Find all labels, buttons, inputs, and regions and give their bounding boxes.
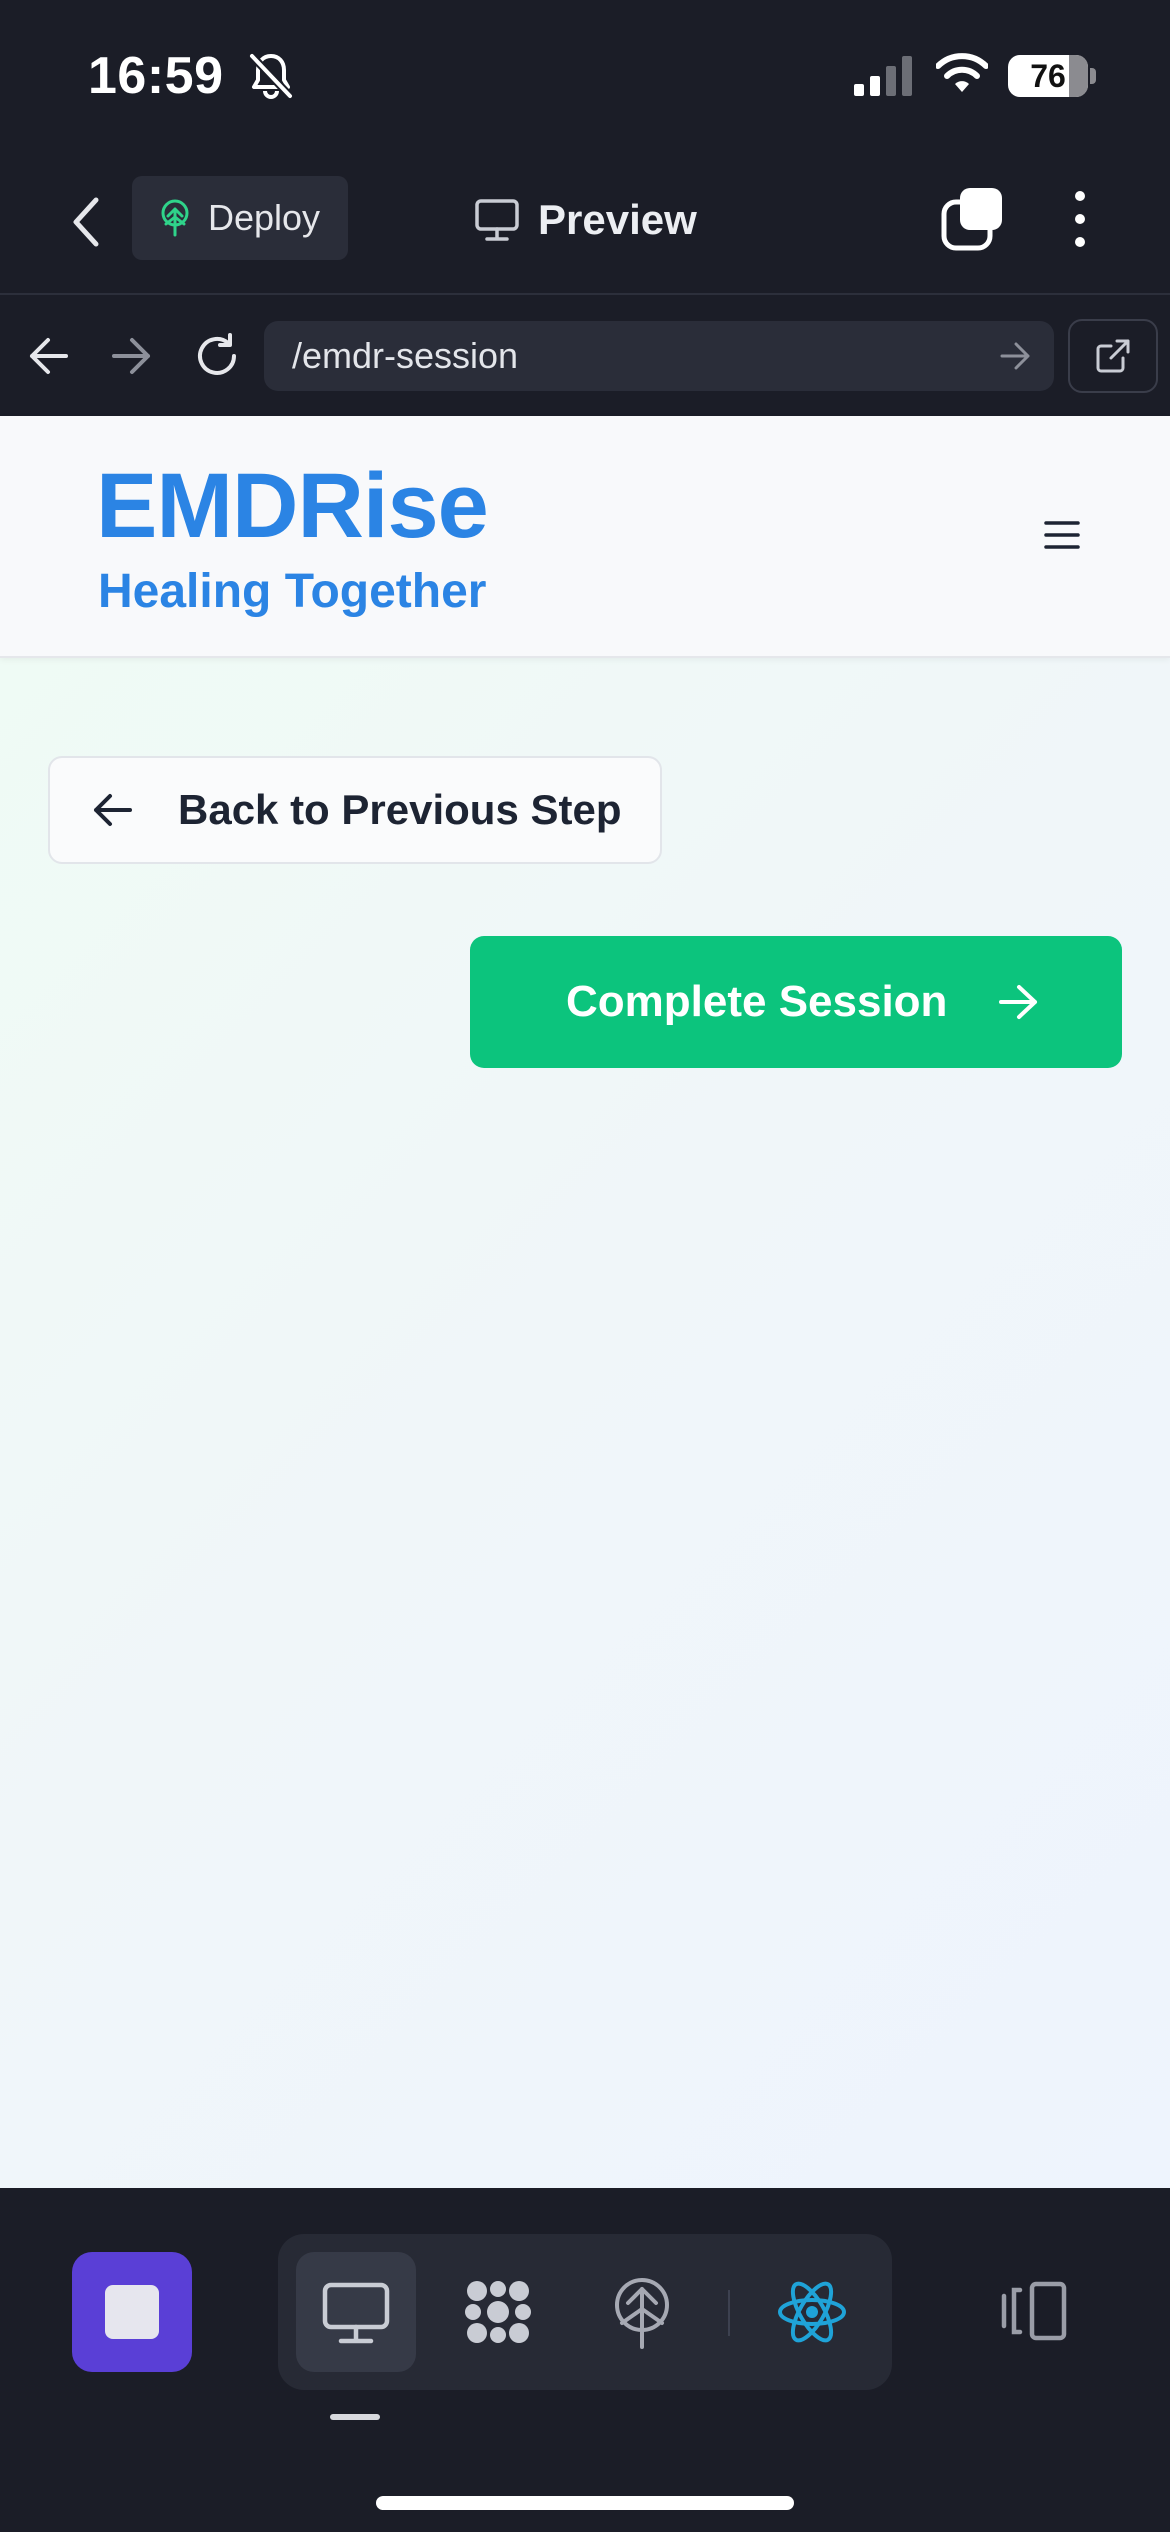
- deploy-label: Deploy: [208, 197, 321, 238]
- external-link-icon: [1096, 339, 1130, 373]
- monitor-icon: [475, 199, 519, 241]
- deploy-button[interactable]: Deploy: [132, 176, 348, 260]
- open-external-button[interactable]: [1068, 319, 1158, 393]
- tool-workflow[interactable]: [438, 2252, 558, 2372]
- tool-preview[interactable]: [296, 2252, 416, 2372]
- arrow-right-icon: [999, 985, 1038, 1019]
- tool-react[interactable]: [752, 2252, 872, 2372]
- complete-button-label: Complete Session: [566, 977, 948, 1026]
- stop-icon: [105, 2285, 159, 2339]
- back-to-previous-step-button[interactable]: Back to Previous Step: [48, 756, 662, 864]
- browser-bar: /emdr-session: [0, 297, 1170, 415]
- preview-label: Preview: [538, 196, 697, 243]
- nodes-icon: [465, 2281, 531, 2343]
- back-button-label: Back to Previous Step: [178, 786, 622, 833]
- layout-toggle-icon[interactable]: [998, 2280, 1070, 2342]
- url-go-icon[interactable]: [1000, 341, 1032, 371]
- arrow-left-icon: [94, 794, 132, 826]
- complete-session-button[interactable]: Complete Session: [470, 936, 1122, 1068]
- tool-separator: [728, 2290, 730, 2336]
- app-toolbar: Deploy Preview: [0, 150, 1170, 295]
- react-icon: [778, 2281, 846, 2343]
- reload-icon[interactable]: [192, 331, 242, 381]
- more-vertical-icon[interactable]: [1066, 188, 1094, 250]
- brand-tagline: Healing Together: [98, 565, 487, 618]
- battery-icon: 76: [1008, 55, 1088, 97]
- chevron-left-icon[interactable]: [66, 194, 106, 250]
- cellular-signal-icon: [854, 56, 912, 96]
- stop-button[interactable]: [72, 2252, 192, 2372]
- battery-nub: [1090, 68, 1096, 84]
- deploy-tree-icon: [161, 199, 189, 237]
- monitor-icon: [322, 2282, 390, 2344]
- bottom-dock: [0, 2188, 1170, 2532]
- windows-icon[interactable]: [940, 186, 1006, 252]
- bell-off-icon: [249, 53, 293, 99]
- preview-title: Preview: [474, 190, 697, 250]
- url-field[interactable]: /emdr-session: [264, 321, 1054, 391]
- arrow-right-icon[interactable]: [110, 335, 154, 377]
- tool-deploy[interactable]: [582, 2252, 702, 2372]
- arrow-left-icon[interactable]: [26, 335, 70, 377]
- site-header: EMDRise Healing Together: [0, 416, 1170, 658]
- active-tab-indicator: [330, 2414, 380, 2420]
- tool-group: [278, 2234, 892, 2390]
- home-indicator: [376, 2496, 794, 2510]
- hamburger-menu-icon[interactable]: [1044, 520, 1080, 550]
- webpage-viewport: EMDRise Healing Together Back to Previou…: [0, 416, 1170, 2188]
- url-text: /emdr-session: [292, 335, 519, 376]
- deploy-tree-icon: [615, 2278, 669, 2349]
- brand-logo[interactable]: EMDRise: [96, 454, 489, 559]
- wifi-icon: [936, 53, 988, 92]
- status-bar: 16:59 76: [0, 0, 1170, 150]
- status-time: 16:59: [88, 47, 224, 105]
- battery-level: 76: [1030, 57, 1066, 94]
